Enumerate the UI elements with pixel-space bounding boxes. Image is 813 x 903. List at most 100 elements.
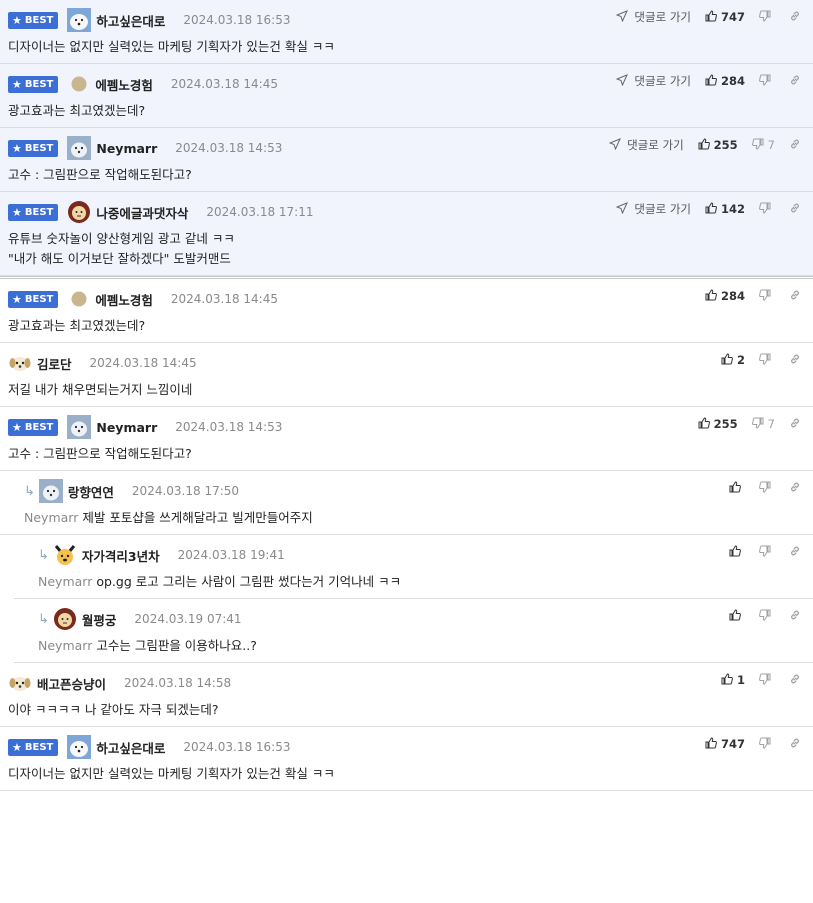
like-button[interactable]: 255 — [698, 416, 738, 432]
lion-avatar[interactable] — [67, 200, 91, 224]
puppy-avatar[interactable] — [8, 671, 32, 695]
nickname[interactable]: Neymarr — [96, 420, 157, 435]
thumbs-down-icon — [759, 545, 771, 560]
comment-date: 2024.03.18 14:45 — [170, 292, 278, 306]
comment-actions: 댓글로 가기 142 — [616, 200, 801, 218]
nickname[interactable]: Neymarr — [96, 141, 157, 156]
lion-avatar[interactable] — [53, 607, 77, 631]
like-button[interactable] — [729, 480, 745, 496]
thumbs-up-icon — [705, 9, 717, 25]
dislike-button[interactable] — [759, 10, 775, 25]
like-button[interactable]: 255 — [698, 137, 738, 153]
like-count: 1 — [736, 673, 745, 687]
goto-comment-button[interactable]: 댓글로 가기 — [616, 201, 691, 217]
mention[interactable]: Neymarr — [24, 510, 78, 525]
nickname[interactable]: 에펨노경험 — [95, 290, 153, 309]
nickname[interactable]: 배고픈승냥이 — [37, 674, 106, 693]
dislike-button[interactable] — [759, 481, 775, 496]
dislike-button[interactable] — [759, 202, 775, 217]
comment-actions: 284 — [705, 287, 801, 305]
comment-header: ★ BEST 에펨노경험 2024.03.18 14:45 — [8, 287, 801, 311]
dislike-button[interactable] — [759, 545, 775, 560]
star-icon: ★ — [12, 77, 22, 91]
copy-link-button[interactable] — [789, 737, 801, 752]
like-button[interactable]: 747 — [705, 736, 745, 752]
best-badge-label: BEST — [24, 206, 54, 218]
like-button[interactable] — [729, 544, 745, 560]
polar-bear-avatar[interactable] — [67, 8, 92, 32]
nickname[interactable]: 하고싶은대로 — [96, 738, 165, 757]
dislike-button[interactable] — [759, 289, 775, 304]
like-button[interactable]: 284 — [705, 73, 745, 89]
copy-link-button[interactable] — [789, 138, 801, 153]
nickname[interactable]: 나중에글과댓자삭 — [96, 203, 188, 222]
dog-face-avatar[interactable] — [53, 543, 77, 567]
copy-link-button[interactable] — [789, 74, 801, 89]
copy-link-button[interactable] — [789, 545, 801, 560]
copy-link-button[interactable] — [789, 673, 801, 688]
like-button[interactable]: 2 — [721, 352, 745, 368]
goto-comment-button[interactable]: 댓글로 가기 — [609, 137, 684, 153]
comment-date: 2024.03.18 14:45 — [89, 356, 197, 370]
best-badge: ★ BEST — [8, 139, 59, 157]
nickname[interactable]: 랑향연연 — [68, 482, 114, 501]
comment-date: 2024.03.19 07:41 — [134, 612, 242, 626]
best-badge: ★ BEST — [8, 738, 59, 756]
comment-date: 2024.03.18 14:45 — [170, 77, 278, 91]
nickname[interactable]: 김로단 — [37, 354, 72, 373]
like-count: 747 — [720, 737, 745, 751]
thumbs-up-icon — [705, 201, 717, 217]
comment-body: Neymarr 고수는 그림판을 이용하나요..? — [38, 636, 801, 662]
mention[interactable]: Neymarr — [38, 638, 92, 653]
copy-link-button[interactable] — [789, 289, 801, 304]
comment-body: 광고효과는 최고였겠는데? — [8, 101, 801, 127]
comment-text: 디자이너는 없지만 실력있는 마케팅 기획자가 있는건 확실 ㅋㅋ — [8, 766, 335, 781]
dog-avatar[interactable] — [67, 415, 92, 439]
dislike-button[interactable] — [759, 609, 775, 624]
dislike-count: 7 — [767, 138, 775, 152]
dislike-button[interactable]: 7 — [751, 417, 775, 432]
like-button[interactable] — [729, 608, 745, 624]
like-button[interactable]: 1 — [721, 672, 745, 688]
like-button[interactable]: 284 — [705, 288, 745, 304]
nickname[interactable]: 에펨노경험 — [95, 75, 153, 94]
nickname[interactable]: 하고싶은대로 — [96, 11, 165, 30]
dislike-button[interactable] — [759, 74, 775, 89]
star-icon: ★ — [12, 292, 22, 306]
dislike-button[interactable] — [759, 737, 775, 752]
comment-item: ★ BEST Neymarr 2024.03.18 14:53 255 7 고수 : 그림판… — [0, 407, 813, 471]
dot-avatar[interactable] — [71, 291, 87, 307]
copy-link-button[interactable] — [789, 353, 801, 368]
copy-link-button[interactable] — [789, 481, 801, 496]
copy-link-button[interactable] — [789, 202, 801, 217]
polar-bear-avatar[interactable] — [67, 735, 92, 759]
nickname[interactable]: 월평궁 — [82, 610, 117, 629]
dislike-button[interactable] — [759, 673, 775, 688]
dislike-button[interactable] — [759, 353, 775, 368]
like-button[interactable]: 142 — [705, 201, 745, 217]
dog-avatar[interactable] — [38, 479, 63, 503]
copy-link-button[interactable] — [789, 10, 801, 25]
comment-actions: 255 7 — [698, 415, 801, 433]
mention[interactable]: Neymarr — [38, 574, 92, 589]
nickname[interactable]: 자가격리3년차 — [82, 546, 160, 565]
dot-avatar[interactable] — [71, 76, 87, 92]
like-button[interactable]: 747 — [705, 9, 745, 25]
send-icon — [609, 137, 623, 153]
dislike-button[interactable]: 7 — [751, 138, 775, 153]
link-icon — [789, 481, 801, 496]
goto-comment-button[interactable]: 댓글로 가기 — [616, 9, 691, 25]
comment-header: 배고픈승냥이 2024.03.18 14:58 — [8, 671, 801, 695]
puppy-avatar[interactable] — [8, 351, 32, 375]
comment-date: 2024.03.18 14:53 — [175, 420, 283, 434]
like-count: 255 — [713, 417, 738, 431]
dislike-count: 7 — [767, 417, 775, 431]
copy-link-button[interactable] — [789, 417, 801, 432]
dog-avatar[interactable] — [67, 136, 92, 160]
thumbs-up-icon — [721, 672, 733, 688]
like-count: 284 — [720, 74, 745, 88]
comment-actions — [729, 479, 801, 497]
star-icon: ★ — [12, 420, 22, 434]
copy-link-button[interactable] — [789, 609, 801, 624]
goto-comment-button[interactable]: 댓글로 가기 — [616, 73, 691, 89]
